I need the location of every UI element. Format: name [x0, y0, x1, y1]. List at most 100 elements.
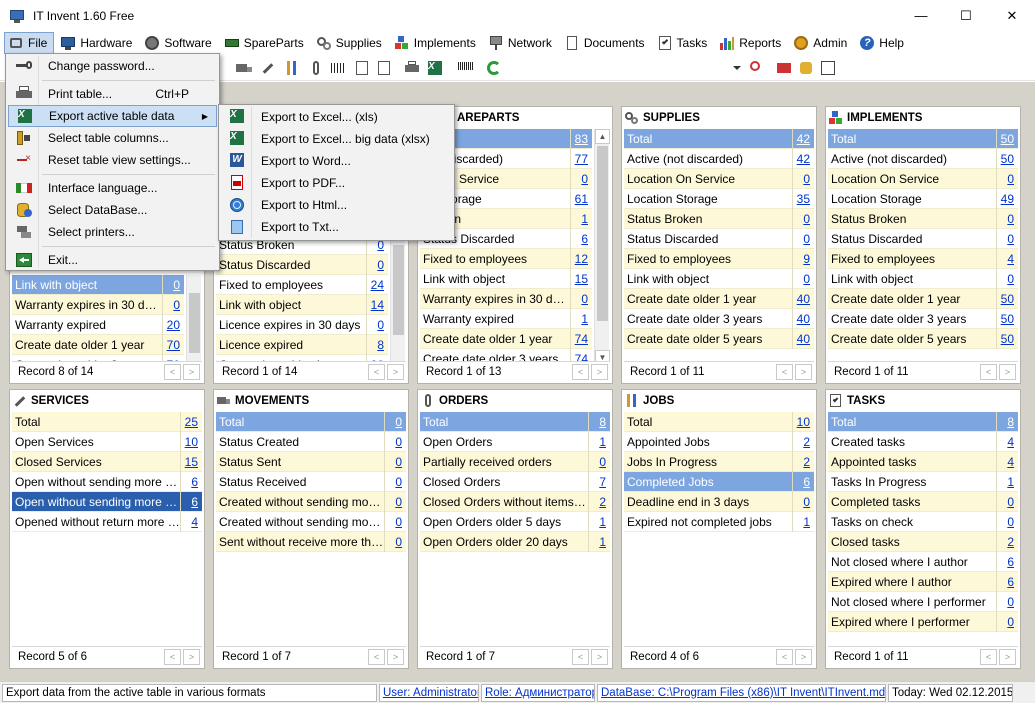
table-row[interactable]: Create date older 1 year 50 [828, 288, 1018, 309]
table-row[interactable]: Fixed to employees 24 [216, 274, 388, 295]
table-row[interactable]: Total 42 [624, 128, 814, 149]
table-row[interactable]: Active (not discarded) 50 [828, 148, 1018, 169]
table-row[interactable]: Not closed where I author 6 [828, 551, 1018, 572]
barcode-icon[interactable] [330, 60, 346, 76]
truck-icon[interactable] [236, 60, 252, 76]
table-row[interactable]: Link with object 15 [420, 268, 592, 289]
scroll-thumb[interactable] [597, 146, 608, 321]
table-row[interactable]: Fixed to employees 9 [624, 248, 814, 269]
table-row[interactable]: Completed Jobs 6 [624, 471, 814, 492]
menu-item-export-excel-xlsx[interactable]: X Export to Excel... big data (xlsx) [221, 128, 452, 150]
next-record-button[interactable]: > [183, 363, 200, 380]
table-row[interactable]: Create date older 1 year 70 [12, 334, 184, 355]
next-record-button[interactable]: > [387, 648, 404, 665]
table-row[interactable]: Warranty expired 20 [12, 314, 184, 335]
table-row[interactable]: Open Services 10 [12, 431, 202, 452]
table-row[interactable]: Licence expired 8 [216, 334, 388, 355]
table-row[interactable]: Tasks In Progress 1 [828, 471, 1018, 492]
prev-record-button[interactable]: < [776, 648, 793, 665]
software-scrollbar[interactable]: ▼ [390, 235, 406, 377]
supplies-table[interactable]: Total 42 Active (not discarded) 42 Locatio… [624, 128, 814, 349]
maximize-button[interactable]: ☐ [943, 0, 989, 31]
menu-item-select-printers[interactable]: Select printers... [8, 221, 217, 243]
table-row[interactable]: Jobs In Progress 2 [624, 451, 814, 472]
table-row[interactable]: Create date older 3 years 50 [828, 308, 1018, 329]
prev-record-button[interactable]: < [980, 648, 997, 665]
menu-item-exit[interactable]: Exit... [8, 249, 217, 271]
next-record-button[interactable]: > [591, 363, 608, 380]
table-row[interactable]: Link with object 0 [828, 268, 1018, 289]
table-row[interactable]: Status Discarded 0 [828, 228, 1018, 249]
menu-file[interactable]: File [4, 32, 55, 54]
table-row[interactable]: Open without sending more th... 6 [12, 491, 202, 512]
table-row[interactable]: Create date older 1 year 74 [420, 328, 592, 349]
status-database-link[interactable]: DataBase: C:\Program Files (x86)\IT Inve… [597, 683, 886, 702]
table-row[interactable]: Created tasks 4 [828, 431, 1018, 452]
menu-item-export-html[interactable]: Export to Html... [221, 194, 452, 216]
table-row[interactable]: Create date older 5 years 40 [624, 328, 814, 349]
table-row[interactable]: Status Discarded 0 [216, 254, 388, 275]
table-row[interactable]: Expired where I author 6 [828, 571, 1018, 592]
task-list-icon[interactable] [376, 60, 392, 76]
hardware-table[interactable]: Link with object 0 Warranty expires in 30… [12, 274, 184, 375]
next-record-button[interactable]: > [795, 648, 812, 665]
table-row[interactable]: Warranty expires in 30 days 0 [420, 288, 592, 309]
next-record-button[interactable]: > [591, 648, 608, 665]
table-row[interactable]: Total 10 [624, 411, 814, 432]
next-record-button[interactable]: > [999, 363, 1016, 380]
menu-reports[interactable]: Reports [716, 32, 787, 54]
next-record-button[interactable]: > [999, 648, 1016, 665]
excel-export-icon[interactable]: X [427, 60, 443, 76]
menu-item-export-active-table[interactable]: X Export active table data ▶ [8, 105, 217, 127]
table-row[interactable]: Create date older 5 years 50 [828, 328, 1018, 349]
prev-record-button[interactable]: < [368, 363, 385, 380]
table-row[interactable]: Total 0 [216, 411, 406, 432]
next-record-button[interactable]: > [183, 648, 200, 665]
table-row[interactable]: Opened without return more th... 4 [12, 511, 202, 532]
table-row[interactable]: Not closed where I performer 0 [828, 591, 1018, 612]
layout-icon[interactable] [820, 60, 836, 76]
prev-record-button[interactable]: < [164, 648, 181, 665]
table-row[interactable]: Status Received 0 [216, 471, 406, 492]
table-row[interactable]: Status Broken 0 [828, 208, 1018, 229]
menu-item-print-table[interactable]: Print table... Ctrl+P [8, 83, 217, 105]
table-row[interactable]: Create date older 3 years 40 [624, 308, 814, 329]
scroll-up-button[interactable]: ▲ [595, 129, 610, 144]
table-row[interactable]: Total 25 [12, 411, 202, 432]
database-icon[interactable] [798, 60, 814, 76]
paperclip-icon[interactable] [308, 60, 324, 76]
menu-hardware[interactable]: Hardware [57, 32, 138, 54]
table-row[interactable]: Create date older 1 year 40 [624, 288, 814, 309]
table-row[interactable]: Partially received orders 0 [420, 451, 610, 472]
table-row[interactable]: Open without sending more th... 6 [12, 471, 202, 492]
find-icon[interactable] [748, 60, 764, 76]
table-row[interactable]: Expired where I performer 0 [828, 611, 1018, 632]
jobs-table[interactable]: Total 10 Appointed Jobs 2 Jobs In Progress… [624, 411, 814, 532]
menu-item-select-columns[interactable]: Select table columns... [8, 127, 217, 149]
table-row[interactable]: Fixed to employees 12 [420, 248, 592, 269]
table-row[interactable]: Active (not discarded) 42 [624, 148, 814, 169]
table-row[interactable]: Closed Orders 7 [420, 471, 610, 492]
table-row[interactable]: Open Orders 1 [420, 431, 610, 452]
menu-spareparts[interactable]: SpareParts [221, 32, 310, 54]
table-row[interactable]: Expired not completed jobs 1 [624, 511, 814, 532]
table-row[interactable]: Open Orders older 20 days 1 [420, 531, 610, 552]
menu-item-export-pdf[interactable]: Export to PDF... [221, 172, 452, 194]
menu-implements[interactable]: Implements [391, 32, 482, 54]
next-record-button[interactable]: > [387, 363, 404, 380]
prev-record-button[interactable]: < [572, 363, 589, 380]
table-row[interactable]: Closed Orders without items a... 2 [420, 491, 610, 512]
menu-item-export-excel-xls[interactable]: X Export to Excel... (xls) [221, 106, 452, 128]
refresh-icon[interactable] [486, 60, 502, 76]
table-row[interactable]: Link with object 0 [624, 268, 814, 289]
invoice-icon[interactable] [354, 60, 370, 76]
movements-table[interactable]: Total 0 Status Created 0 Status Sent 0 Stat… [216, 411, 406, 552]
table-row[interactable]: Status Created 0 [216, 431, 406, 452]
minimize-button[interactable]: — [898, 0, 944, 31]
tasks-table[interactable]: Total 8 Created tasks 4 Appointed tasks 4 T… [828, 411, 1018, 632]
table-row[interactable]: Open Orders older 5 days 1 [420, 511, 610, 532]
menu-supplies[interactable]: Supplies [313, 32, 388, 54]
menu-item-export-word[interactable]: W Export to Word... [221, 150, 452, 172]
dropdown-arrow-icon[interactable] [732, 60, 742, 76]
table-row[interactable]: Total 8 [420, 411, 610, 432]
